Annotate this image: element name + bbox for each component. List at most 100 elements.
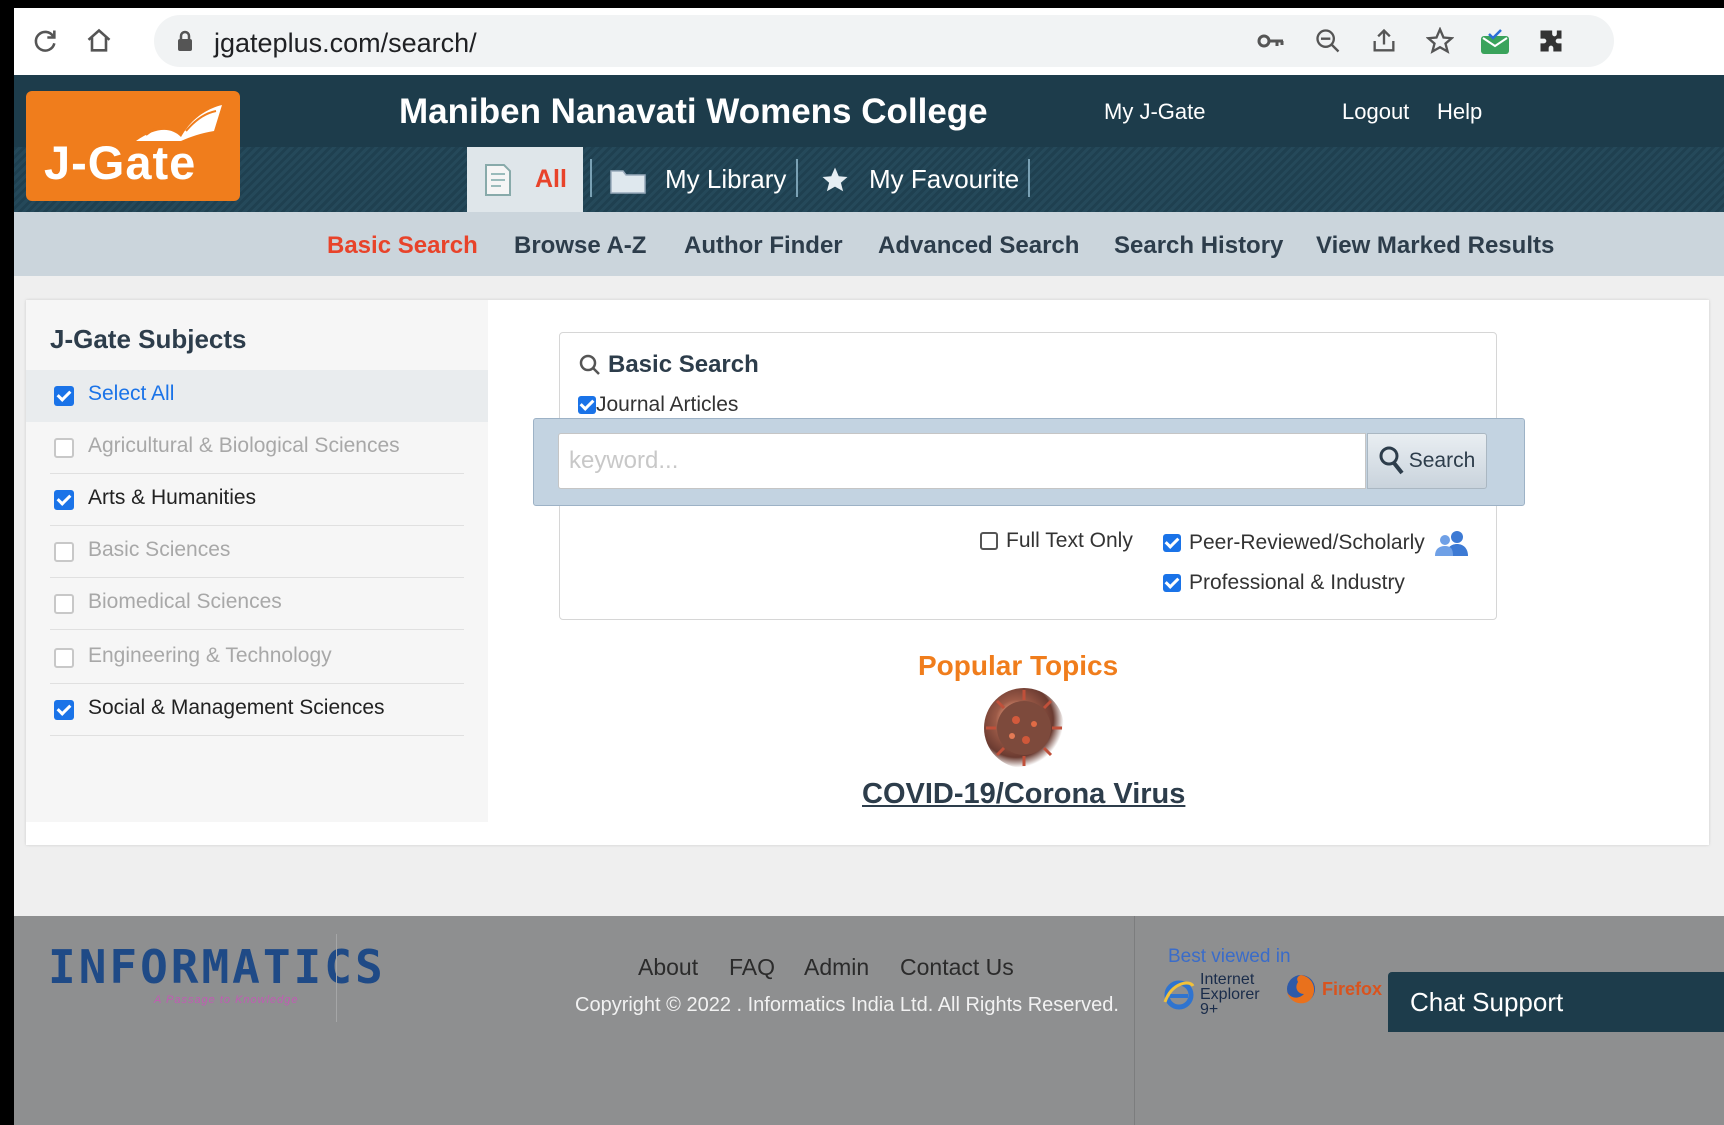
search-button[interactable]: Search [1367, 433, 1487, 489]
search-button-label: Search [1408, 449, 1476, 472]
tab-my-library-label: My Library [665, 164, 787, 194]
key-icon[interactable] [1257, 31, 1285, 51]
search-bar-container: Search [533, 418, 1525, 506]
checkbox-unchecked[interactable] [54, 438, 74, 458]
checkbox-unchecked[interactable] [54, 648, 74, 668]
ie-label: Internet Explorer 9+ [1200, 971, 1260, 1018]
tab-all[interactable]: All [467, 147, 583, 212]
subject-label: Agricultural & Biological Sciences [88, 434, 400, 457]
subject-label: Arts & Humanities [88, 486, 257, 509]
best-viewed-label: Best viewed in [1168, 946, 1291, 967]
peer-reviewed-label: Peer-Reviewed/Scholarly [1189, 531, 1425, 554]
footer-admin-link[interactable]: Admin [804, 954, 869, 981]
subjects-sidebar: J-Gate Subjects Select All Agricultural … [26, 300, 488, 822]
url-text: jgateplus.com/search/ [214, 28, 477, 58]
browser-window: jgateplus.com/search/ Maniben Nanavati W… [14, 8, 1724, 1125]
firefox-logo: Firefox [1284, 972, 1382, 1006]
help-link[interactable]: Help [1437, 99, 1482, 125]
tab-divider [1028, 159, 1030, 197]
keyword-input[interactable] [558, 433, 1366, 489]
professional-industry-option[interactable]: Professional & Industry [1163, 571, 1405, 595]
subject-biomedical-sciences[interactable]: Biomedical Sciences [26, 578, 488, 630]
divider [50, 629, 464, 630]
subjects-title: J-Gate Subjects [50, 324, 247, 354]
header-top-bar: Maniben Nanavati Womens College My J-Gat… [14, 75, 1724, 147]
subject-label: Select All [88, 382, 175, 405]
nav-advanced-search[interactable]: Advanced Search [878, 232, 1079, 260]
firefox-label: Firefox [1322, 978, 1383, 999]
checkbox-checked[interactable] [1163, 574, 1181, 592]
subject-select-all[interactable]: Select All [26, 370, 488, 422]
address-bar[interactable]: jgateplus.com/search/ [154, 15, 1614, 67]
divider [50, 735, 464, 736]
nav-basic-search[interactable]: Basic Search [327, 232, 478, 260]
main-card: J-Gate Subjects Select All Agricultural … [26, 300, 1709, 845]
site-header: Maniben Nanavati Womens College My J-Gat… [14, 75, 1724, 212]
document-icon [485, 163, 511, 196]
subject-social-management[interactable]: Social & Management Sciences [26, 684, 488, 736]
copyright-text: Copyright © 2022 . Informatics India Ltd… [575, 994, 1119, 1016]
popular-topics-title: Popular Topics [918, 650, 1119, 681]
tab-divider [590, 159, 592, 197]
chat-support-button[interactable]: Chat Support [1388, 972, 1724, 1032]
nav-author-finder[interactable]: Author Finder [684, 232, 843, 260]
checkbox-unchecked[interactable] [54, 594, 74, 614]
library-tabs: All My Library My Favourite [14, 147, 1724, 212]
checkbox-checked[interactable] [578, 396, 596, 414]
journal-articles-label: Journal Articles [596, 393, 739, 416]
subject-engineering-technology[interactable]: Engineering & Technology [26, 632, 488, 684]
full-text-only-option[interactable]: Full Text Only [980, 529, 1133, 553]
subject-label: Engineering & Technology [88, 644, 332, 667]
basic-search-title: Basic Search [608, 351, 759, 378]
informatics-tagline: A Passage to Knowledge [154, 994, 299, 1006]
subject-label: Biomedical Sciences [88, 590, 282, 613]
search-subnav: Basic Search Browse A-Z Author Finder Ad… [14, 212, 1724, 277]
coronavirus-image[interactable] [984, 688, 1064, 768]
nav-browse-a-z[interactable]: Browse A-Z [514, 232, 646, 260]
checkbox-checked[interactable] [1163, 534, 1181, 552]
subject-basic-sciences[interactable]: Basic Sciences [26, 526, 488, 578]
firefox-icon [1287, 975, 1315, 1004]
subject-arts-humanities[interactable]: Arts & Humanities [26, 474, 488, 526]
footer-divider [336, 934, 337, 1022]
home-icon[interactable] [82, 24, 116, 58]
star-icon [822, 167, 848, 191]
checkbox-unchecked[interactable] [54, 542, 74, 562]
peer-reviewed-option[interactable]: Peer-Reviewed/Scholarly [1163, 529, 1471, 557]
users-icon [1434, 531, 1468, 556]
footer-contact-link[interactable]: Contact Us [900, 954, 1014, 981]
bookmark-star-icon[interactable] [1426, 27, 1454, 55]
search-icon [579, 354, 600, 375]
college-name: Maniben Nanavati Womens College [399, 92, 988, 131]
nav-search-history[interactable]: Search History [1114, 232, 1283, 260]
subject-label: Basic Sciences [88, 538, 231, 561]
checkbox-checked[interactable] [54, 490, 74, 510]
subject-agricultural-biological[interactable]: Agricultural & Biological Sciences [26, 422, 488, 474]
my-jgate-link[interactable]: My J-Gate [1104, 99, 1205, 125]
subject-label: Social & Management Sciences [88, 696, 385, 719]
tab-my-favourite[interactable]: My Favourite [819, 147, 1024, 212]
nav-view-marked-results[interactable]: View Marked Results [1316, 232, 1554, 260]
tab-my-library[interactable]: My Library [609, 147, 789, 212]
checkbox-unchecked[interactable] [980, 532, 998, 550]
share-icon[interactable] [1370, 27, 1398, 55]
tab-my-favourite-label: My Favourite [869, 164, 1020, 194]
informatics-logo[interactable]: INFORMATICS [48, 940, 386, 994]
extension-mail-icon[interactable] [1478, 24, 1512, 58]
reload-icon[interactable] [28, 24, 62, 58]
covid-topic-link[interactable]: COVID-19/Corona Virus [862, 778, 1185, 811]
folder-icon [610, 169, 646, 194]
logout-link[interactable]: Logout [1342, 99, 1409, 125]
zoom-out-icon[interactable] [1314, 27, 1342, 55]
checkbox-checked[interactable] [54, 386, 74, 406]
tab-all-label: All [535, 165, 567, 193]
professional-industry-label: Professional & Industry [1189, 571, 1405, 594]
footer-faq-link[interactable]: FAQ [729, 954, 775, 981]
tab-divider [796, 159, 798, 197]
lock-icon [178, 30, 192, 51]
extensions-puzzle-icon[interactable] [1534, 24, 1568, 58]
journal-articles-option[interactable]: Journal Articles [578, 393, 738, 417]
checkbox-checked[interactable] [54, 700, 74, 720]
footer-about-link[interactable]: About [638, 954, 698, 981]
chat-support-label: Chat Support [1410, 986, 1564, 1017]
